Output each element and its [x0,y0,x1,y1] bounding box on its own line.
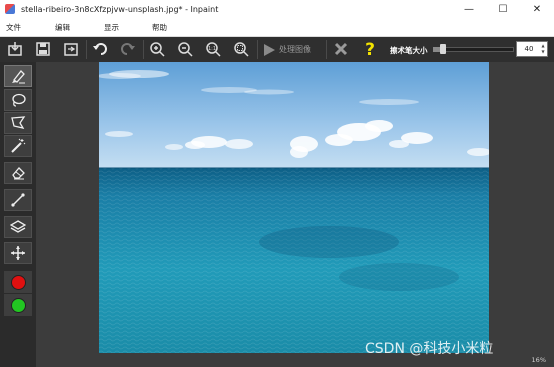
help-icon[interactable]: ? [360,39,380,59]
svg-text:1:1: 1:1 [208,46,216,52]
save-icon[interactable] [33,39,53,59]
window-controls: — ☐ ✕ [452,0,554,18]
menu-help[interactable]: 帮助 [152,22,167,33]
minimize-button[interactable]: — [452,0,486,18]
app-icon [5,4,15,14]
open-icon[interactable] [5,39,25,59]
magic-wand-tool[interactable] [4,135,32,157]
window-title: stella-ribeiro-3n8cXfzpjvw-unsplash.jpg*… [21,4,219,14]
brush-size-spinbox[interactable]: 40 ▲ ▼ [516,41,548,57]
title-bar: stella-ribeiro-3n8cXfzpjvw-unsplash.jpg*… [0,0,554,19]
primary-color-swatch [10,274,26,290]
brush-size-slider[interactable] [433,44,514,54]
maximize-button[interactable]: ☐ [486,0,520,18]
secondary-color-button[interactable] [4,294,32,316]
eraser-tool[interactable] [4,162,32,184]
move-tool[interactable] [4,242,32,264]
image-canvas[interactable] [99,62,489,353]
line-icon [11,193,25,207]
marker-icon [12,70,25,84]
polygonal-lasso-tool[interactable] [4,112,32,134]
svg-text:?: ? [365,40,375,58]
undo-icon[interactable] [90,39,110,59]
save-as-icon[interactable] [61,39,81,59]
line-tool[interactable] [4,189,32,211]
layers-tool[interactable] [4,216,32,238]
ocean-photo [99,62,489,353]
play-icon [264,43,275,56]
fit-window-icon[interactable] [231,39,251,59]
spin-arrows-icon[interactable]: ▲ ▼ [540,43,546,55]
move-icon [11,246,25,260]
layers-icon [10,220,26,233]
tool-sidebar [0,62,36,367]
marker-tool[interactable] [4,65,32,87]
zoom-out-icon[interactable] [175,39,195,59]
brush-size-label: 擦术笔大小 [390,46,428,55]
menu-bar: 文件 编辑 显示 帮助 [0,18,554,37]
process-image-label: 处理图像 [279,45,311,54]
actual-size-icon[interactable]: 1:1 [203,39,223,59]
menu-view[interactable]: 显示 [104,22,119,33]
watermark: CSDN @科技小米粒 [365,341,494,357]
polygon-lasso-icon [11,116,26,129]
zoom-in-icon[interactable] [147,39,167,59]
brush-size-value: 40 [524,45,534,53]
magic-wand-icon [11,138,26,153]
eraser-icon [12,167,25,180]
lasso-tool[interactable] [4,89,32,111]
lasso-icon [12,93,26,107]
close-button[interactable]: ✕ [520,0,554,18]
redo-icon[interactable] [118,39,138,59]
secondary-color-swatch [10,297,26,313]
zoom-level: 16% [531,356,546,364]
menu-edit[interactable]: 编辑 [55,22,70,33]
process-image-button[interactable]: 处理图像 [262,40,311,59]
cancel-icon[interactable] [331,39,351,59]
menu-file[interactable]: 文件 [6,22,21,33]
slider-handle[interactable] [440,44,446,54]
primary-color-button[interactable] [4,271,32,293]
